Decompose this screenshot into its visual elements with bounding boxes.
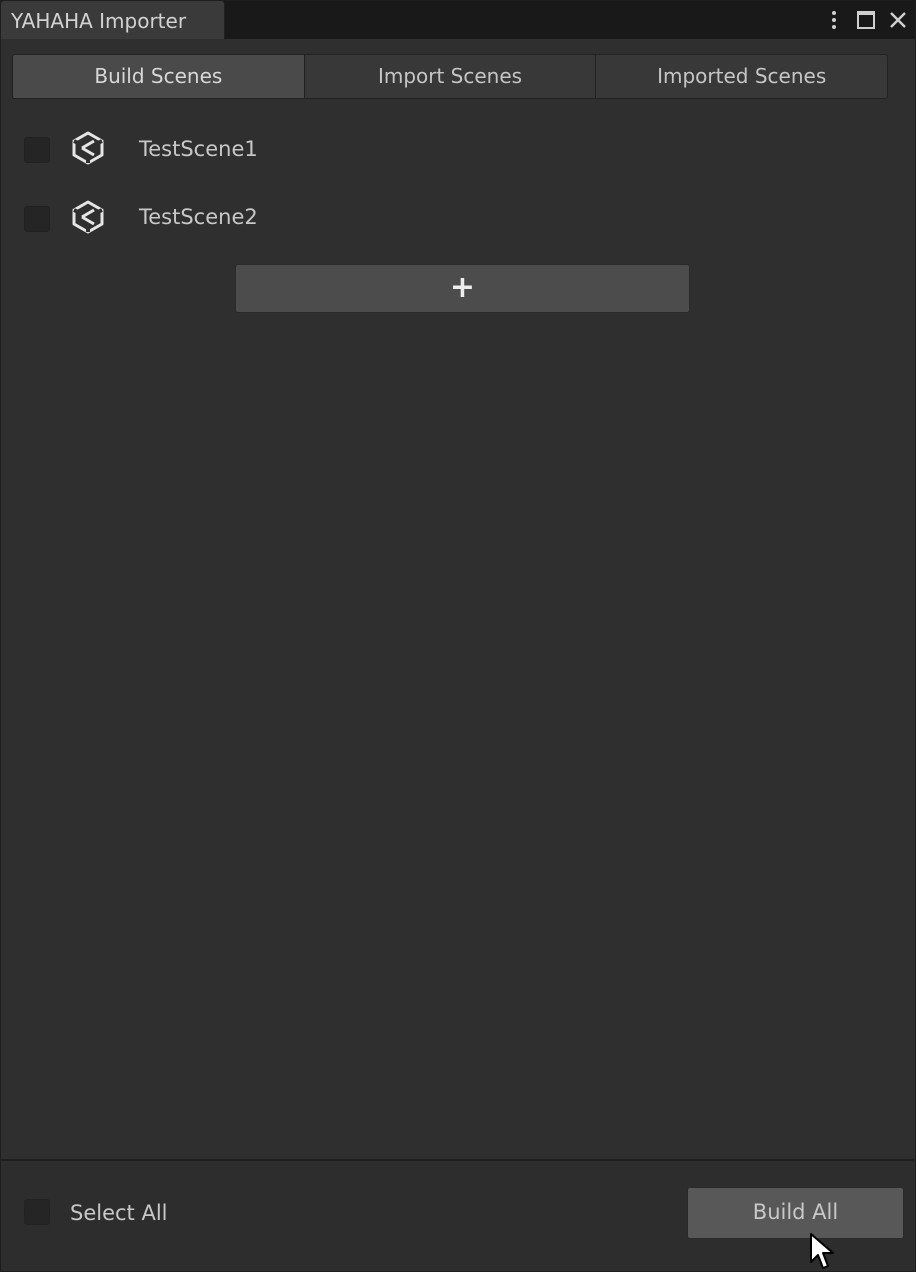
window-controls <box>823 5 909 35</box>
close-icon[interactable] <box>887 9 909 31</box>
scene-tabs: Build Scenes Import Scenes Imported Scen… <box>12 54 888 99</box>
unity-icon <box>72 131 104 165</box>
window-title: YAHAHA Importer <box>11 9 187 33</box>
unity-icon <box>72 200 104 234</box>
build-all-button[interactable]: Build All <box>687 1187 904 1239</box>
importer-window: YAHAHA Importer Build Scenes Import Scen… <box>0 0 916 1272</box>
scene-name: TestScene1 <box>139 137 258 161</box>
select-all-label: Select All <box>70 1201 168 1225</box>
maximize-icon[interactable] <box>855 9 877 31</box>
tab-imported-scenes[interactable]: Imported Scenes <box>596 55 887 98</box>
select-all-checkbox[interactable] <box>24 1199 50 1225</box>
scene-name: TestScene2 <box>139 205 258 229</box>
scene-row: TestScene2 <box>1 194 915 242</box>
add-scene-button[interactable]: + <box>235 264 690 313</box>
tab-import-scenes[interactable]: Import Scenes <box>304 55 597 98</box>
tab-build-scenes[interactable]: Build Scenes <box>13 55 305 98</box>
footer-bar: Select All Build All <box>1 1161 915 1271</box>
more-vertical-icon[interactable] <box>823 9 845 31</box>
scene-checkbox[interactable] <box>24 137 50 163</box>
window-title-tab[interactable]: YAHAHA Importer <box>1 1 225 39</box>
window-titlebar: YAHAHA Importer <box>1 1 915 39</box>
scene-checkbox[interactable] <box>24 206 50 232</box>
scene-row: TestScene1 <box>1 125 915 173</box>
